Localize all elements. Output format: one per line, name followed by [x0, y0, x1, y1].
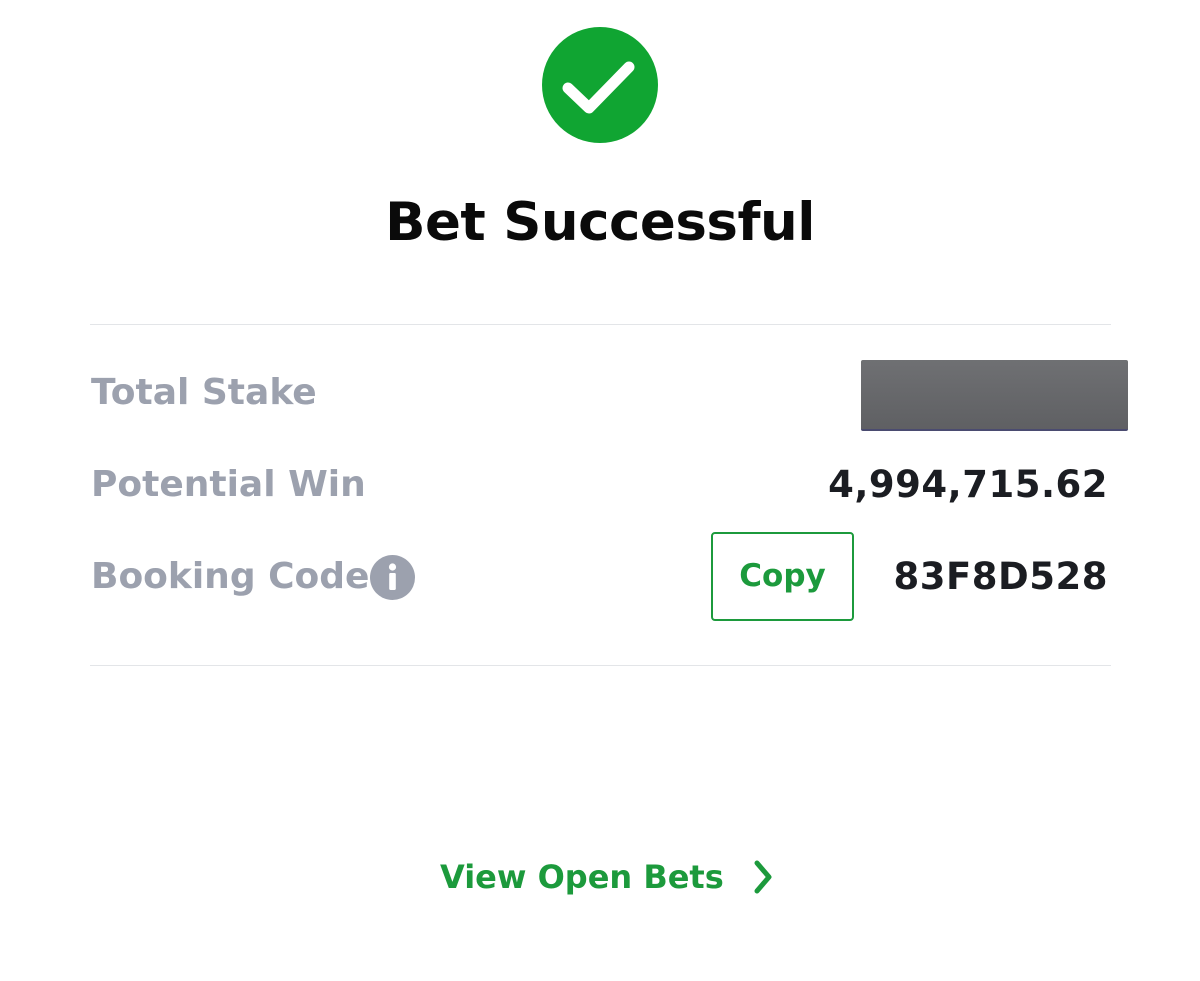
bottom-divider: [90, 665, 1111, 666]
total-stake-label: Total Stake: [91, 372, 317, 413]
check-circle-icon: [542, 27, 658, 143]
info-icon[interactable]: [370, 555, 415, 600]
page-title: Bet Successful: [385, 192, 815, 253]
booking-code-value: 83F8D528: [893, 555, 1108, 598]
potential-win-value: 4,994,715.62: [828, 463, 1108, 506]
top-divider: [90, 324, 1111, 325]
copy-button[interactable]: Copy: [711, 532, 854, 621]
total-stake-value-redacted: [861, 360, 1128, 431]
potential-win-label: Potential Win: [91, 464, 366, 505]
view-open-bets-link[interactable]: View Open Bets: [440, 852, 774, 902]
booking-code-label: Booking Code: [91, 556, 370, 597]
view-open-bets-label: View Open Bets: [440, 858, 724, 896]
checkmark-icon: [562, 61, 635, 114]
chevron-right-icon: [754, 860, 772, 894]
